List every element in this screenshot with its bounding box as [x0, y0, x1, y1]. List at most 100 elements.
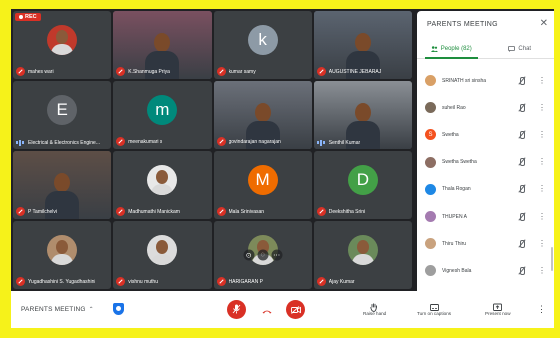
- participant-tile[interactable]: D Deekshitha Srini: [313, 151, 412, 219]
- participant-tile[interactable]: E Electrical & Electronics Engine...: [13, 81, 112, 149]
- muted-icon: [216, 207, 226, 216]
- participant-tile[interactable]: m meenakumari s: [113, 81, 212, 149]
- participant-name: kumar samy: [228, 68, 256, 75]
- person-more-icon[interactable]: ⋮: [538, 76, 546, 85]
- person-name: Thala Rogan: [442, 186, 471, 193]
- captions-icon: [429, 299, 439, 311]
- people-list-item[interactable]: Thala Rogan ⋮: [417, 176, 554, 203]
- muted-icon: [216, 67, 226, 76]
- participant-label: kumar samy: [216, 67, 309, 76]
- person-avatar: [425, 238, 436, 250]
- participant-label: P Tamilchelvi: [16, 207, 108, 216]
- mic-off-icon: [516, 130, 528, 140]
- muted-icon: [316, 67, 326, 76]
- people-list-item[interactable]: Thiru Thiru ⋮: [417, 230, 554, 257]
- mute-participant-icon[interactable]: ◌: [257, 249, 269, 261]
- chat-icon: [508, 45, 516, 52]
- present-now-button[interactable]: Present now: [485, 299, 511, 316]
- mic-off-icon: [232, 301, 241, 319]
- participant-avatar: D: [347, 164, 378, 195]
- present-icon: [493, 299, 503, 311]
- participant-label: Electrical & Electronics Engine...: [16, 139, 108, 146]
- people-list-item[interactable]: Vignesh Bala ⋮: [417, 257, 554, 284]
- person-avatar: [425, 265, 436, 277]
- people-icon: [430, 45, 438, 52]
- person-more-icon[interactable]: ⋮: [538, 266, 546, 275]
- pin-icon[interactable]: ⊙: [243, 249, 255, 261]
- muted-icon: [116, 277, 126, 286]
- microphone-button[interactable]: [227, 300, 246, 319]
- muted-icon: [16, 277, 25, 286]
- participant-tile[interactable]: Senthil Kumar: [313, 81, 412, 149]
- participant-tile[interactable]: Yugadhashini S. Yugadhashini: [13, 221, 112, 289]
- person-more-icon[interactable]: ⋮: [538, 239, 546, 248]
- people-scrollbar[interactable]: [551, 247, 553, 271]
- participant-name: Mala Srinivasan: [228, 208, 265, 215]
- people-panel: PARENTS MEETING ✕ People (82) Chat SRINA…: [417, 11, 554, 291]
- shield-icon[interactable]: [113, 303, 124, 315]
- leave-call-button[interactable]: [257, 300, 276, 319]
- meet-window: mahes wari K.Shanmuga Priya k kumar samy AUG…: [11, 9, 554, 328]
- participant-name: P Tamilchelvi: [28, 208, 57, 215]
- participant-grid: mahes wari K.Shanmuga Priya k kumar samy AUG…: [11, 9, 414, 291]
- participant-avatar: m: [147, 94, 178, 125]
- participant-label: Yugadhashini S. Yugadhashini: [16, 277, 108, 286]
- meeting-details-button[interactable]: PARENTS MEETING ⌃: [21, 306, 94, 313]
- participant-tile[interactable]: vishnu muthu: [113, 221, 212, 289]
- camera-button[interactable]: [286, 300, 305, 319]
- hang-up-icon: [262, 301, 272, 319]
- participant-tile[interactable]: govindarajan nagarajan: [213, 81, 312, 149]
- person-more-icon[interactable]: ⋮: [538, 185, 546, 193]
- more-options-icon[interactable]: ⋮: [537, 304, 546, 315]
- participant-photo: [47, 24, 78, 55]
- people-list-item[interactable]: Swetha Swetha ⋮: [417, 149, 554, 176]
- captions-button[interactable]: Turn on captions: [417, 299, 451, 316]
- participant-tile[interactable]: k kumar samy: [213, 11, 312, 79]
- person-avatar: [425, 102, 436, 114]
- participant-name: meenakumari s: [128, 138, 163, 145]
- tab-people-label: People (82): [440, 45, 472, 52]
- more-icon[interactable]: ⋯: [271, 249, 283, 261]
- people-list-item[interactable]: THUPEN A ⋮: [417, 203, 554, 230]
- person-more-icon[interactable]: ⋮: [538, 103, 546, 112]
- person-avatar: S: [425, 129, 436, 141]
- tab-people[interactable]: People (82): [417, 39, 486, 59]
- raise-hand-button[interactable]: Raise hand: [363, 299, 386, 316]
- tab-chat-label: Chat: [518, 45, 532, 52]
- person-more-icon[interactable]: ⋮: [538, 158, 546, 166]
- participant-label: K.Shanmuga Priya: [116, 67, 208, 76]
- participant-avatar: k: [247, 24, 278, 55]
- participant-label: govindarajan nagarajan: [216, 137, 309, 146]
- participant-tile[interactable]: K.Shanmuga Priya: [113, 11, 212, 79]
- person-avatar: [425, 183, 436, 195]
- participant-tile[interactable]: Ajay Kumar: [313, 221, 412, 289]
- person-name: Swetha: [442, 131, 459, 138]
- mic-off-icon: [516, 212, 528, 222]
- participant-tile[interactable]: Madhumathi Manickam: [113, 151, 212, 219]
- mic-off-icon: [516, 157, 528, 167]
- participant-tile[interactable]: AUGUSTINE JEBARAJ: [313, 11, 412, 79]
- tab-chat[interactable]: Chat: [486, 39, 555, 58]
- mic-off-icon: [516, 184, 528, 194]
- people-list: SRINATH sri sinsha ⋮ suheil Rao ⋮ S Swetha ⋮ Sw…: [417, 67, 554, 285]
- people-list-item[interactable]: suheil Rao ⋮: [417, 94, 554, 121]
- muted-icon: [16, 207, 25, 216]
- participant-photo: [147, 234, 178, 265]
- participant-label: Deekshitha Srini: [316, 207, 409, 216]
- participant-photo: [147, 164, 178, 195]
- panel-tabs: People (82) Chat: [417, 39, 554, 59]
- people-list-item[interactable]: SRINATH sri sinsha ⋮: [417, 67, 554, 94]
- person-more-icon[interactable]: ⋮: [538, 130, 546, 139]
- participant-tile[interactable]: ⊙ ◌ ⋯ HARIGARAN P: [213, 221, 312, 289]
- participant-photo: [347, 234, 378, 265]
- participant-tile[interactable]: mahes wari: [13, 11, 112, 79]
- people-list-item[interactable]: S Swetha ⋮: [417, 121, 554, 148]
- close-icon[interactable]: ✕: [540, 19, 548, 29]
- participant-label: HARIGARAN P: [216, 277, 309, 286]
- participant-tile[interactable]: P Tamilchelvi: [13, 151, 112, 219]
- person-more-icon[interactable]: ⋮: [538, 212, 546, 221]
- participant-name: Ajay Kumar: [328, 278, 355, 285]
- participant-tile[interactable]: M Mala Srinivasan: [213, 151, 312, 219]
- mic-off-icon: [516, 239, 528, 249]
- person-avatar: [425, 211, 436, 223]
